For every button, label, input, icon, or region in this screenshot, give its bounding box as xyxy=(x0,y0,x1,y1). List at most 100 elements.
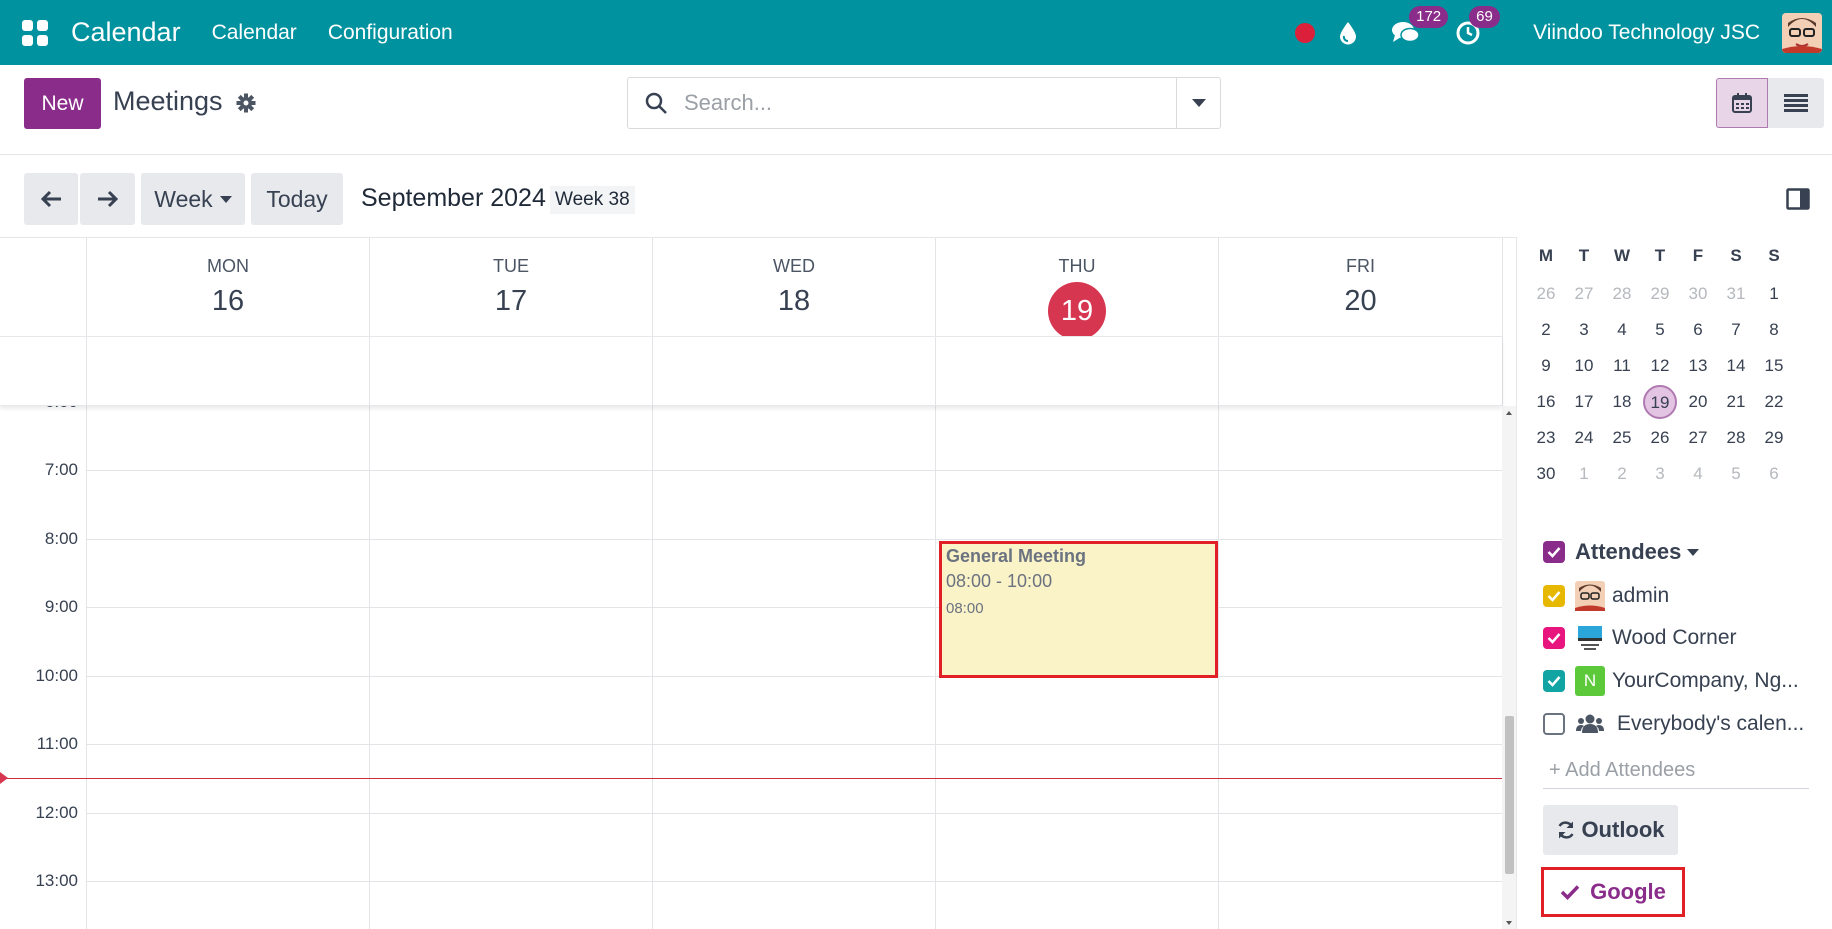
search-input[interactable] xyxy=(684,86,1134,120)
day-header-tue[interactable]: TUE 17 xyxy=(370,238,652,336)
side-panel-toggle-icon[interactable] xyxy=(1786,188,1810,215)
outlook-sync-button[interactable]: Outlook xyxy=(1543,805,1678,855)
scroll-down-icon[interactable] xyxy=(1502,918,1516,928)
day-header-wed[interactable]: WED 18 xyxy=(653,238,935,336)
attendee-admin[interactable]: admin xyxy=(1543,581,1669,611)
mini-day[interactable]: 30 xyxy=(1527,464,1565,484)
mini-day[interactable]: 6 xyxy=(1679,320,1717,340)
mini-day[interactable]: 15 xyxy=(1755,356,1793,376)
mini-day[interactable]: 22 xyxy=(1755,392,1793,419)
hour-line xyxy=(86,744,1502,745)
mini-day[interactable]: 10 xyxy=(1565,356,1603,376)
mini-day[interactable]: 9 xyxy=(1527,356,1565,376)
mini-day[interactable]: 4 xyxy=(1603,320,1641,340)
day-name: THU xyxy=(1058,256,1096,276)
day-header-thu[interactable]: THU 19 xyxy=(936,238,1218,340)
mini-day[interactable]: 12 xyxy=(1641,356,1679,376)
mini-day[interactable]: 24 xyxy=(1565,428,1603,448)
event-general-meeting[interactable]: General Meeting 08:00 - 10:00 08:00 xyxy=(939,541,1218,678)
day-number: 18 xyxy=(777,285,811,317)
attendee-yourcompany[interactable]: N YourCompany, Ng... xyxy=(1543,666,1799,696)
recording-dot-icon[interactable] xyxy=(1295,22,1316,43)
menu-configuration[interactable]: Configuration xyxy=(328,21,453,45)
mini-day[interactable]: 29 xyxy=(1641,284,1679,304)
mini-day[interactable]: 2 xyxy=(1603,464,1641,484)
day-number: 16 xyxy=(211,285,245,317)
mini-day[interactable]: 3 xyxy=(1641,464,1679,484)
mini-day[interactable]: 16 xyxy=(1527,392,1565,419)
mini-day[interactable]: 1 xyxy=(1755,284,1793,304)
mini-day[interactable]: 25 xyxy=(1603,428,1641,448)
gear-icon[interactable] xyxy=(236,93,256,118)
search-icon xyxy=(644,91,668,120)
attendee-everybody[interactable]: Everybody's calen... xyxy=(1543,709,1804,739)
mini-day[interactable]: 27 xyxy=(1565,284,1603,304)
calendar-icon xyxy=(1732,93,1752,113)
search-options-toggle[interactable] xyxy=(1176,78,1220,128)
unchecked-checkbox-icon[interactable] xyxy=(1543,713,1565,735)
scroll-thumb[interactable] xyxy=(1505,716,1514,874)
mini-day[interactable]: 28 xyxy=(1603,284,1641,304)
mini-day[interactable]: 14 xyxy=(1717,356,1755,376)
messages-icon[interactable]: 172 xyxy=(1391,5,1449,46)
user-avatar[interactable] xyxy=(1782,12,1822,53)
checked-checkbox-icon[interactable] xyxy=(1543,541,1565,563)
day-header-mon[interactable]: MON 16 xyxy=(87,238,369,336)
mini-day[interactable]: 18 xyxy=(1603,392,1641,419)
calendar-view-button[interactable] xyxy=(1716,78,1768,128)
arrow-left-icon xyxy=(40,190,61,208)
mini-day[interactable]: 17 xyxy=(1565,392,1603,419)
caret-down-icon xyxy=(1687,548,1700,556)
previous-button[interactable] xyxy=(24,173,78,225)
attendee-wood-corner[interactable]: Wood Corner xyxy=(1543,623,1737,653)
mini-day[interactable]: 31 xyxy=(1717,284,1755,304)
mini-day[interactable]: 23 xyxy=(1527,428,1565,448)
company-switcher[interactable]: Viindoo Technology JSC xyxy=(1533,21,1760,45)
weekday-label: T xyxy=(1578,246,1590,265)
mini-day[interactable]: 3 xyxy=(1565,320,1603,340)
grid-scrollbar[interactable] xyxy=(1502,406,1516,929)
google-sync-button[interactable]: Google xyxy=(1541,867,1685,917)
next-button[interactable] xyxy=(80,173,135,225)
mini-day[interactable]: 27 xyxy=(1679,428,1717,448)
mini-day[interactable]: 26 xyxy=(1527,284,1565,304)
mini-day[interactable]: 2 xyxy=(1527,320,1565,340)
mini-day[interactable]: 28 xyxy=(1717,428,1755,448)
mini-day[interactable]: 26 xyxy=(1641,428,1679,448)
mini-day[interactable]: 4 xyxy=(1679,464,1717,484)
mini-day[interactable]: 13 xyxy=(1679,356,1717,376)
menu-calendar[interactable]: Calendar xyxy=(212,21,297,45)
drop-icon[interactable] xyxy=(1339,21,1357,45)
app-brand[interactable]: Calendar xyxy=(71,17,181,48)
checked-checkbox-icon[interactable] xyxy=(1543,585,1565,607)
week-number-badge: Week 38 xyxy=(550,186,635,214)
mini-day[interactable]: 30 xyxy=(1679,284,1717,304)
mini-day-selected[interactable]: 19 xyxy=(1641,385,1679,419)
day-header-fri[interactable]: FRI 20 xyxy=(1219,238,1502,336)
scale-dropdown[interactable]: Week xyxy=(141,173,245,225)
mini-day[interactable]: 8 xyxy=(1755,320,1793,340)
today-button[interactable]: Today xyxy=(251,173,343,225)
checked-checkbox-icon[interactable] xyxy=(1543,670,1565,692)
mini-day[interactable]: 6 xyxy=(1755,464,1793,484)
weekday-label: S xyxy=(1768,246,1780,265)
new-button[interactable]: New xyxy=(24,78,101,129)
mini-day[interactable]: 5 xyxy=(1641,320,1679,340)
mini-day[interactable]: 21 xyxy=(1717,392,1755,419)
mini-day[interactable]: 20 xyxy=(1679,392,1717,419)
scroll-up-icon[interactable] xyxy=(1502,408,1516,418)
add-attendees-input[interactable]: + Add Attendees xyxy=(1543,753,1809,789)
all-day-row[interactable] xyxy=(0,336,1502,406)
mini-day[interactable]: 7 xyxy=(1717,320,1755,340)
apps-menu-icon[interactable] xyxy=(22,19,48,46)
grid-divider xyxy=(1218,337,1219,405)
mini-day[interactable]: 29 xyxy=(1755,428,1793,448)
control-panel: New Meetings xyxy=(0,65,1832,155)
attendees-filter-header[interactable]: Attendees xyxy=(1543,539,1700,565)
mini-day[interactable]: 1 xyxy=(1565,464,1603,484)
list-view-button[interactable] xyxy=(1768,78,1824,128)
mini-day[interactable]: 5 xyxy=(1717,464,1755,484)
activities-clock-icon[interactable]: 69 xyxy=(1455,5,1500,46)
mini-day[interactable]: 11 xyxy=(1603,356,1641,376)
checked-checkbox-icon[interactable] xyxy=(1543,627,1565,649)
